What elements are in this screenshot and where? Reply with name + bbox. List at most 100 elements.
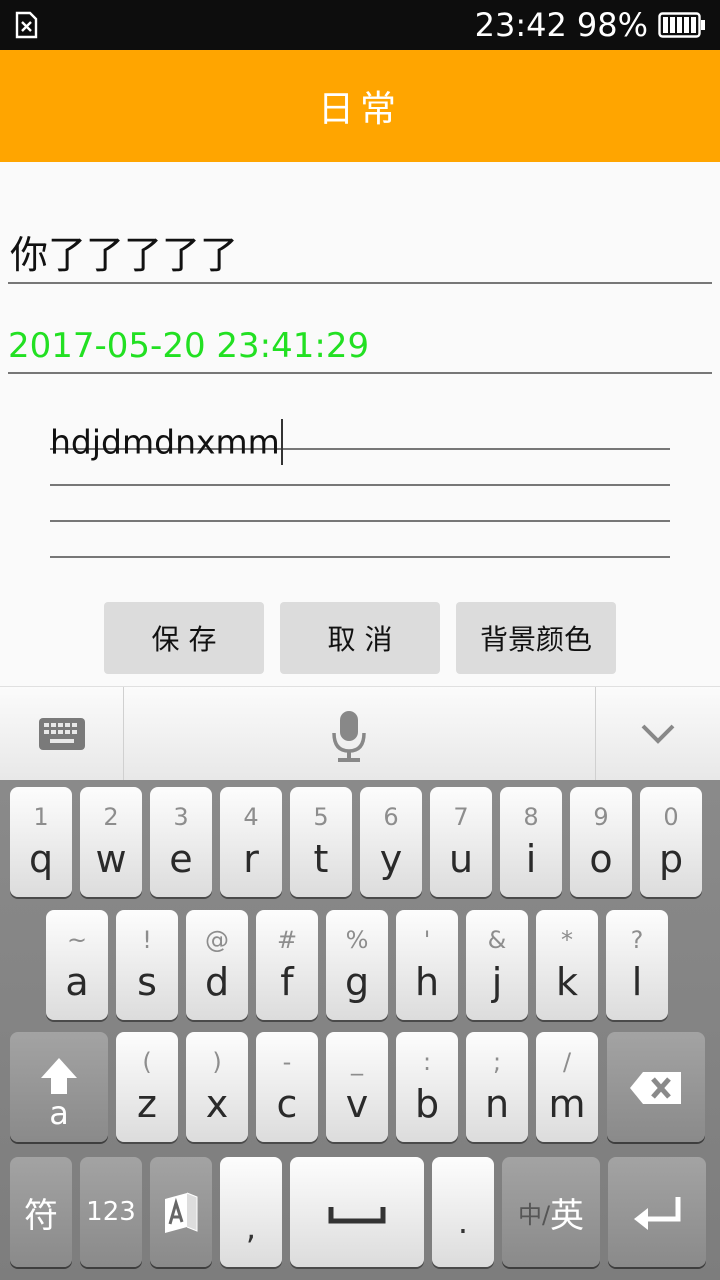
note-content-input[interactable]: hdjdmdnxmm [50, 414, 670, 558]
key-e[interactable]: 3e [150, 787, 212, 897]
app-title: 日常 [317, 89, 402, 130]
status-bar: 23:42 98% [0, 0, 720, 50]
key-s[interactable]: ! s [116, 910, 178, 1020]
period-key[interactable]: . [432, 1157, 494, 1267]
key-primary-label: i [525, 837, 537, 881]
space-bar-icon [328, 1207, 386, 1224]
language-key-small-label: 中/ [517, 1200, 551, 1229]
key-r[interactable]: 4r [220, 787, 282, 897]
ruled-line [50, 450, 670, 486]
key-secondary-label: & [487, 926, 507, 954]
key-b[interactable]: :b [396, 1032, 458, 1142]
key-secondary-label: 8 [523, 803, 539, 831]
status-time: 23:42 [474, 6, 567, 44]
key-secondary-label: * [561, 926, 573, 954]
soft-keyboard: 1q2w3e4r5t6y7u8i9o0p ~ a! s @ d # f% g ' h & j * k? l … [0, 780, 720, 1280]
key-primary-label: u [448, 837, 474, 881]
key-primary-label: c [276, 1082, 298, 1126]
key-primary-label: e [169, 837, 193, 881]
shift-key[interactable]: a [10, 1032, 108, 1142]
key-primary-label: y [379, 837, 403, 881]
key-d[interactable]: @ d [186, 910, 248, 1020]
language-switch-key[interactable]: 中/ 英 [502, 1157, 600, 1267]
key-primary-label: g [344, 960, 370, 1004]
key-q[interactable]: 1q [10, 787, 72, 897]
key-secondary-label: 1 [33, 803, 49, 831]
enter-icon [634, 1197, 681, 1230]
save-button[interactable]: 保 存 [104, 602, 264, 674]
comma-key[interactable]: , [220, 1157, 282, 1267]
key-c[interactable]: -c [256, 1032, 318, 1142]
ruled-line [50, 486, 670, 522]
key-secondary-label: : [422, 1048, 432, 1076]
key-v[interactable]: _ v [326, 1032, 388, 1142]
key-u[interactable]: 7u [430, 787, 492, 897]
language-key-big-label: 英 [550, 1195, 585, 1236]
key-p[interactable]: 0p [640, 787, 702, 897]
background-color-button[interactable]: 背景颜色 [456, 602, 616, 674]
key-secondary-label: ? [630, 926, 644, 954]
key-g[interactable]: % g [326, 910, 388, 1020]
key-primary-label: x [205, 1082, 229, 1126]
keyboard-toolbar [0, 686, 720, 781]
key-o[interactable]: 9o [570, 787, 632, 897]
key-primary-label: s [137, 960, 157, 1004]
key-secondary-label: 2 [103, 803, 119, 831]
microphone-icon[interactable] [330, 709, 368, 763]
backspace-icon [630, 1072, 681, 1104]
key-h[interactable]: ' h [396, 910, 458, 1020]
key-z[interactable]: (z [116, 1032, 178, 1142]
key-secondary-label: % [345, 926, 369, 954]
space-key[interactable] [290, 1157, 424, 1267]
keyboard-switch-icon[interactable] [38, 717, 86, 751]
key-a[interactable]: ~ a [46, 910, 108, 1020]
backspace-key[interactable] [607, 1032, 705, 1142]
key-secondary-label: 0 [663, 803, 679, 831]
key-secondary-label: 3 [173, 803, 189, 831]
key-k[interactable]: * k [536, 910, 598, 1020]
key-n[interactable]: ; n [466, 1032, 528, 1142]
key-t[interactable]: 5t [290, 787, 352, 897]
key-primary-label: r [243, 837, 259, 881]
symbols-key-label: 符 [24, 1195, 58, 1236]
symbols-key[interactable]: 符 [10, 1157, 72, 1267]
input-method-icon [165, 1192, 198, 1233]
key-secondary-label: ! [142, 926, 152, 954]
key-x[interactable]: ) x [186, 1032, 248, 1142]
key-primary-label: q [28, 837, 54, 881]
key-i[interactable]: 8i [500, 787, 562, 897]
key-secondary-label: 9 [593, 803, 609, 831]
note-date-field: 2017-05-20 23:41:29 [8, 318, 712, 374]
key-primary-label: f [280, 960, 294, 1004]
toolbar-divider [123, 687, 124, 781]
key-m[interactable]: / m [536, 1032, 598, 1142]
key-w[interactable]: 2w [80, 787, 142, 897]
ruled-line: hdjdmdnxmm [50, 414, 670, 465]
note-title-input[interactable]: 你了了了了了 [8, 226, 712, 284]
shift-arrow-icon [41, 1058, 77, 1094]
key-primary-label: a [65, 960, 89, 1004]
period-key-label: . [457, 1203, 469, 1241]
key-y[interactable]: 6y [360, 787, 422, 897]
key-primary-label: t [313, 837, 329, 881]
key-f[interactable]: # f [256, 910, 318, 1020]
key-primary-label: b [414, 1082, 440, 1126]
input-method-key[interactable] [150, 1157, 212, 1267]
chevron-down-icon[interactable] [640, 723, 676, 745]
key-primary-label: w [95, 837, 127, 881]
key-primary-label: j [491, 960, 503, 1004]
enter-key[interactable] [608, 1157, 706, 1267]
toolbar-divider [595, 687, 596, 781]
key-l[interactable]: ? l [606, 910, 668, 1020]
key-secondary-label: @ [205, 926, 229, 954]
key-j[interactable]: & j [466, 910, 528, 1020]
no-sim-icon [15, 11, 38, 39]
ruled-line [50, 522, 670, 558]
numbers-key[interactable]: 123 [80, 1157, 142, 1267]
cancel-button[interactable]: 取 消 [280, 602, 440, 674]
key-primary-label: n [484, 1082, 510, 1126]
key-primary-label: o [589, 837, 613, 881]
key-secondary-label: 5 [313, 803, 329, 831]
key-secondary-label: 6 [383, 803, 399, 831]
key-primary-label: v [345, 1082, 369, 1126]
